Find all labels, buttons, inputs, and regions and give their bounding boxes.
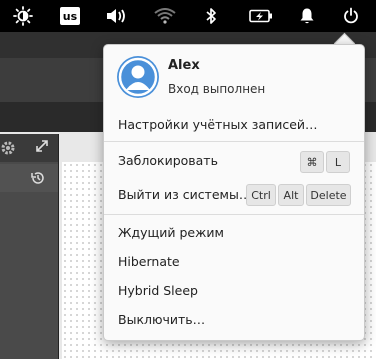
battery-icon[interactable] <box>248 4 274 28</box>
notifications-icon[interactable] <box>295 4 319 28</box>
lock-item[interactable]: Заблокировать <box>118 153 218 168</box>
shortcut-key-delete: Delete <box>306 184 351 206</box>
suspend-item[interactable]: Ждущий режим <box>118 225 224 240</box>
menu-separator <box>104 214 364 215</box>
keyboard-layout-badge: us <box>60 7 80 25</box>
brightness-icon[interactable] <box>11 4 35 28</box>
user-menu-popover: Alex Вход выполнен Настройки учётных зап… <box>103 44 365 341</box>
shortcut-key-l: L <box>326 151 350 173</box>
keyboard-layout-indicator[interactable]: us <box>59 4 81 28</box>
shortcut-key-ctrl: Ctrl <box>246 184 276 206</box>
power-icon[interactable] <box>339 4 363 28</box>
history-icon[interactable] <box>30 170 46 186</box>
avatar <box>117 56 159 98</box>
accounts-settings-item[interactable]: Настройки учётных записей… <box>118 117 318 132</box>
bluetooth-icon[interactable] <box>201 4 221 28</box>
menu-separator <box>104 141 364 142</box>
shutdown-item[interactable]: Выключить… <box>118 312 205 327</box>
top-panel: us <box>0 0 376 32</box>
wifi-icon[interactable] <box>153 4 177 28</box>
app-side-panel-row[interactable] <box>0 164 58 192</box>
shortcut-key-super: ⌘ <box>300 151 324 173</box>
hibernate-item[interactable]: Hibernate <box>118 254 180 269</box>
hybrid-sleep-item[interactable]: Hybrid Sleep <box>118 283 198 298</box>
expand-icon[interactable] <box>35 139 49 153</box>
user-name: Alex <box>168 58 200 73</box>
shortcut-key-alt: Alt <box>278 184 304 206</box>
gear-icon[interactable] <box>0 140 16 156</box>
volume-icon[interactable] <box>104 4 128 28</box>
logout-item[interactable]: Выйти из системы… <box>118 187 251 202</box>
user-status: Вход выполнен <box>168 82 266 96</box>
